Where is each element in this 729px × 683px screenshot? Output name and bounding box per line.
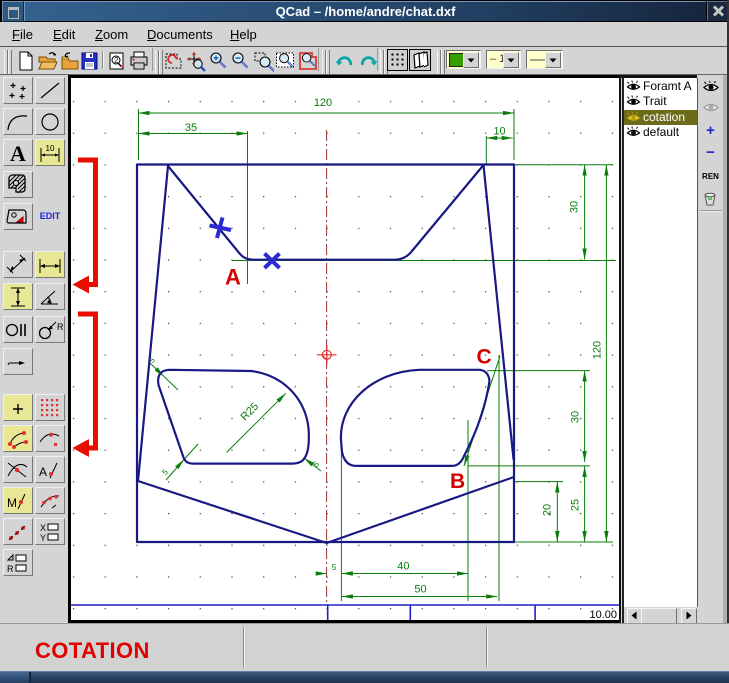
svg-text:50: 50	[414, 584, 426, 596]
svg-text:R: R	[57, 322, 64, 332]
svg-text:30: 30	[570, 411, 582, 423]
svg-text:X: X	[40, 523, 46, 533]
svg-text:A: A	[225, 265, 241, 290]
svg-text:R: R	[7, 564, 14, 574]
svg-text:5: 5	[332, 563, 337, 572]
svg-text:40: 40	[397, 561, 409, 573]
svg-text:120: 120	[592, 341, 604, 359]
svg-text:B: B	[450, 470, 465, 493]
svg-text:20: 20	[542, 504, 554, 516]
svg-text:25: 25	[570, 499, 582, 511]
svg-text:M: M	[7, 496, 17, 510]
svg-text:Y: Y	[40, 533, 46, 543]
svg-text:10: 10	[493, 126, 505, 138]
svg-text:120: 120	[314, 97, 332, 109]
svg-text:10.00: 10.00	[589, 609, 617, 620]
svg-text:30: 30	[569, 201, 581, 213]
svg-text:A: A	[10, 141, 26, 165]
svg-text:C: C	[477, 346, 492, 369]
svg-text:10: 10	[46, 144, 55, 153]
svg-text:A: A	[39, 465, 47, 479]
svg-text:35: 35	[185, 122, 197, 134]
